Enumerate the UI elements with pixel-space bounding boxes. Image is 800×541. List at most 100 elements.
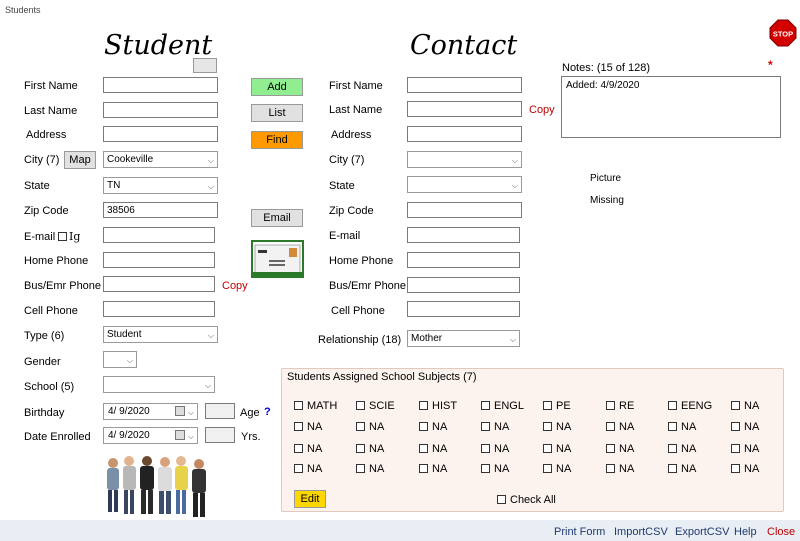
subject-checkbox[interactable]: NA: [419, 443, 447, 455]
checkbox-box: [419, 464, 428, 473]
stop-icon[interactable]: STOP: [769, 19, 797, 47]
subject-checkbox[interactable]: HIST: [419, 400, 457, 412]
contact-zip-input[interactable]: [407, 202, 522, 218]
subject-label: NA: [432, 443, 448, 455]
students-group-image: [103, 453, 218, 519]
envelope-icon[interactable]: [251, 240, 304, 278]
notes-marker: *: [768, 58, 773, 72]
contact-cell-phone-input[interactable]: [407, 301, 520, 317]
subject-checkbox[interactable]: MATH: [294, 400, 337, 412]
contact-copy-link[interactable]: Copy: [529, 104, 555, 116]
check-all-checkbox[interactable]: Check All: [497, 494, 556, 506]
student-small-button[interactable]: [193, 58, 217, 73]
subject-checkbox[interactable]: EENG: [668, 400, 712, 412]
student-last-name-input[interactable]: [103, 102, 218, 118]
find-button[interactable]: Find: [251, 131, 303, 149]
checkbox-box: [606, 464, 615, 473]
subject-checkbox[interactable]: SCIE: [356, 400, 395, 412]
subject-checkbox[interactable]: NA: [419, 421, 447, 433]
contact-email-input[interactable]: [407, 227, 520, 243]
student-type-select[interactable]: Student ⌵: [103, 326, 218, 343]
window-title: Students: [5, 5, 41, 15]
student-school-select[interactable]: ⌵: [103, 376, 215, 393]
contact-city-select[interactable]: ⌵: [407, 151, 522, 168]
subject-checkbox[interactable]: NA: [356, 463, 384, 475]
chevron-down-icon: ⌵: [187, 432, 194, 441]
subject-label: NA: [619, 463, 635, 475]
subject-checkbox[interactable]: NA: [294, 463, 322, 475]
help-link[interactable]: Help: [734, 526, 757, 538]
subject-checkbox[interactable]: NA: [731, 400, 759, 412]
student-bus-phone-input[interactable]: [103, 276, 215, 292]
subject-checkbox[interactable]: PE: [543, 400, 571, 412]
subject-label: NA: [619, 443, 635, 455]
student-cell-phone-input[interactable]: [103, 301, 215, 317]
checkbox-box: [356, 444, 365, 453]
contact-address-input[interactable]: [407, 126, 522, 142]
close-link[interactable]: Close: [767, 526, 795, 538]
list-button[interactable]: List: [251, 104, 303, 122]
subject-checkbox[interactable]: NA: [481, 421, 509, 433]
subject-checkbox[interactable]: NA: [419, 463, 447, 475]
subject-checkbox[interactable]: NA: [668, 443, 696, 455]
subject-checkbox[interactable]: NA: [481, 443, 509, 455]
contact-first-name-input[interactable]: [407, 77, 522, 93]
subject-checkbox[interactable]: NA: [481, 463, 509, 475]
student-state-select[interactable]: TN ⌵: [103, 177, 218, 194]
student-enrolled-picker[interactable]: 4/ 9/2020 ⌵: [103, 427, 198, 444]
subject-label: NA: [494, 421, 510, 433]
edit-button[interactable]: Edit: [294, 490, 326, 508]
student-city-select[interactable]: Cookeville ⌵: [103, 151, 218, 168]
import-csv-link[interactable]: ImportCSV: [614, 526, 668, 538]
subject-checkbox[interactable]: NA: [543, 421, 571, 433]
student-gender-select[interactable]: ⌵: [103, 351, 137, 368]
subject-checkbox[interactable]: RE: [606, 400, 634, 412]
notes-textarea[interactable]: Added: 4/9/2020: [561, 76, 781, 138]
subject-checkbox[interactable]: ENGL: [481, 400, 524, 412]
checkbox-box: [606, 401, 615, 410]
student-bus-phone-label: Bus/Emr Phone: [24, 280, 102, 292]
subject-checkbox[interactable]: NA: [606, 421, 634, 433]
checkbox-box: [543, 422, 552, 431]
help-question-icon[interactable]: ?: [264, 406, 271, 418]
student-copy-link[interactable]: Copy: [222, 280, 248, 292]
student-birthday-label: Birthday: [24, 407, 65, 419]
student-address-input[interactable]: [103, 126, 218, 142]
contact-state-select[interactable]: ⌵: [407, 176, 522, 193]
subject-checkbox[interactable]: NA: [294, 443, 322, 455]
students-window: Students STOP Student First Name Last Na…: [0, 0, 800, 541]
contact-home-phone-input[interactable]: [407, 252, 520, 268]
subject-checkbox[interactable]: NA: [668, 421, 696, 433]
subject-checkbox[interactable]: NA: [731, 443, 759, 455]
checkbox-box: [356, 422, 365, 431]
subject-checkbox[interactable]: NA: [731, 421, 759, 433]
subject-checkbox[interactable]: NA: [356, 443, 384, 455]
contact-last-name-label: Last Name: [329, 104, 383, 116]
student-zip-input[interactable]: 38506: [103, 202, 218, 218]
contact-last-name-input[interactable]: [407, 101, 522, 117]
student-home-phone-input[interactable]: [103, 252, 215, 268]
subject-checkbox[interactable]: NA: [356, 421, 384, 433]
subject-checkbox[interactable]: NA: [731, 463, 759, 475]
relationship-value: Mother: [411, 333, 443, 344]
subject-checkbox[interactable]: NA: [543, 463, 571, 475]
contact-bus-phone-input[interactable]: [407, 277, 520, 293]
subject-checkbox[interactable]: NA: [294, 421, 322, 433]
subject-label: NA: [494, 443, 510, 455]
relationship-select[interactable]: Mother ⌵: [407, 330, 520, 347]
subject-label: NA: [369, 443, 385, 455]
subject-checkbox[interactable]: NA: [606, 443, 634, 455]
subject-checkbox[interactable]: NA: [668, 463, 696, 475]
student-first-name-input[interactable]: [103, 77, 218, 93]
ig-checkbox[interactable]: [58, 232, 67, 241]
student-email-input[interactable]: [103, 227, 215, 243]
student-birthday-picker[interactable]: 4/ 9/2020 ⌵: [103, 403, 198, 420]
add-button[interactable]: Add: [251, 78, 303, 96]
email-button[interactable]: Email: [251, 209, 303, 227]
student-enrolled-value: 4/ 9/2020: [108, 430, 150, 441]
export-csv-link[interactable]: ExportCSV: [675, 526, 729, 538]
subject-checkbox[interactable]: NA: [543, 443, 571, 455]
subject-checkbox[interactable]: NA: [606, 463, 634, 475]
map-button[interactable]: Map: [64, 151, 96, 169]
print-form-link[interactable]: Print Form: [554, 526, 605, 538]
